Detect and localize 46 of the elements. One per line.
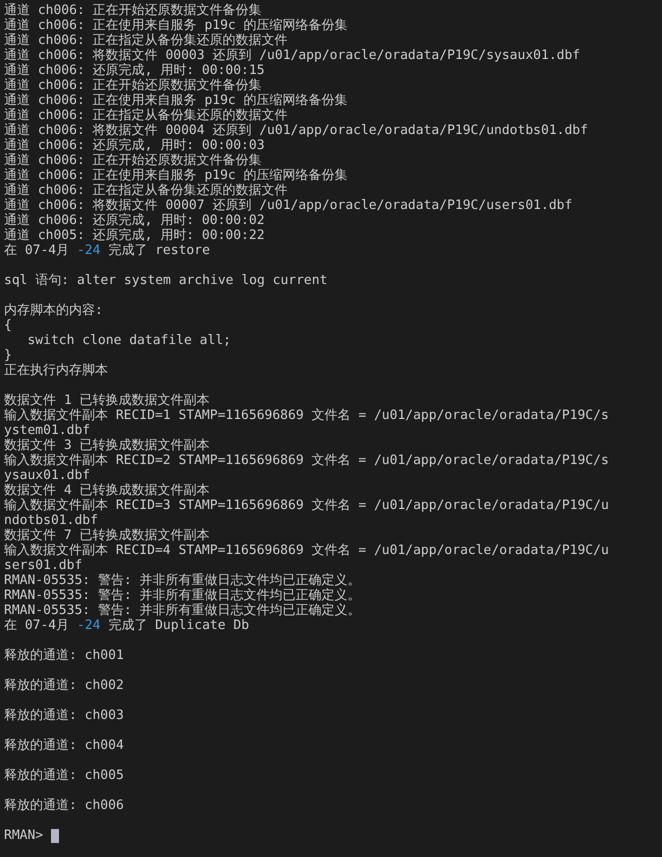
terminal-line: 正在执行内存脚本 [4, 363, 109, 378]
terminal-line: } [4, 348, 13, 363]
terminal-line: 数据文件 1 已转换成数据文件副本 [4, 393, 210, 408]
terminal-line: 输入数据文件副本 RECID=1 STAMP=1165696869 文件名 = /u01/app/oracle/oradata/P19C/s [4, 408, 610, 423]
terminal-line: { [4, 318, 13, 333]
terminal-line: RMAN-05535: 警告: 并非所有重做日志文件均已正确定义。 [4, 573, 362, 588]
terminal-line: 通道 ch006: 正在使用来自服务 p19c 的压缩网络备份集 [4, 93, 349, 108]
terminal-line: 内存脚本的内容: [4, 303, 104, 318]
terminal-line: ystem01.dbf [4, 423, 92, 438]
terminal-line: 数据文件 3 已转换成数据文件副本 [4, 438, 210, 453]
terminal-line: 通道 ch006: 还原完成, 用时: 00:00:02 [4, 213, 266, 228]
terminal-line: 在 07-4月 -24 完成了 Duplicate Db [4, 618, 250, 633]
terminal-line: 释放的通道: ch004 [4, 738, 125, 753]
terminal-line: 释放的通道: ch005 [4, 768, 125, 783]
terminal-line: 通道 ch006: 还原完成, 用时: 00:00:15 [4, 63, 266, 78]
terminal-line: 释放的通道: ch006 [4, 798, 125, 813]
terminal-line: 数据文件 4 已转换成数据文件副本 [4, 483, 210, 498]
command-prompt: RMAN> [4, 828, 44, 843]
terminal-line: 输入数据文件副本 RECID=4 STAMP=1165696869 文件名 = /u01/app/oracle/oradata/P19C/u [4, 543, 610, 558]
terminal-line: ndotbs01.dbf [4, 513, 99, 528]
terminal-line: 通道 ch006: 正在指定从备份集还原的数据文件 [4, 183, 289, 198]
terminal-line: switch clone datafile all; [26, 333, 232, 348]
terminal-line: 在 07-4月 -24 完成了 restore [4, 243, 211, 258]
terminal-line: 通道 ch006: 将数据文件 00004 还原到 /u01/app/oracle/oradata/P19C/undotbs01.dbf [4, 123, 589, 138]
terminal-line: 通道 ch006: 正在开始还原数据文件备份集 [4, 78, 263, 93]
terminal-line: 通道 ch006: 将数据文件 00007 还原到 /u01/app/oracle/oradata/P19C/users01.dbf [4, 198, 574, 213]
terminal-line: sers01.dbf [4, 558, 84, 573]
terminal-line: 通道 ch006: 正在使用来自服务 p19c 的压缩网络备份集 [4, 168, 349, 183]
terminal-line: 通道 ch006: 正在指定从备份集还原的数据文件 [4, 33, 289, 48]
terminal-line: 输入数据文件副本 RECID=3 STAMP=1165696869 文件名 = /u01/app/oracle/oradata/P19C/u [4, 498, 610, 513]
terminal-line: 通道 ch006: 正在开始还原数据文件备份集 [4, 153, 263, 168]
terminal-line: RMAN-05535: 警告: 并非所有重做日志文件均已正确定义。 [4, 588, 362, 603]
terminal-line: 通道 ch006: 正在使用来自服务 p19c 的压缩网络备份集 [4, 18, 349, 33]
terminal-line: 通道 ch006: 还原完成, 用时: 00:00:03 [4, 138, 266, 153]
terminal-line: 释放的通道: ch003 [4, 708, 125, 723]
terminal-line: 输入数据文件副本 RECID=2 STAMP=1165696869 文件名 = /u01/app/oracle/oradata/P19C/s [4, 453, 610, 468]
terminal-line: 释放的通道: ch002 [4, 678, 125, 693]
terminal-line: 释放的通道: ch001 [4, 648, 125, 663]
terminal-line: ysaux01.dbf [4, 468, 92, 483]
terminal-line: RMAN-05535: 警告: 并非所有重做日志文件均已正确定义。 [4, 603, 362, 618]
terminal-line: sql 语句: alter system archive log current [4, 273, 328, 288]
terminal-line: 通道 ch006: 正在开始还原数据文件备份集 [4, 3, 263, 18]
terminal-line: 通道 ch006: 正在指定从备份集还原的数据文件 [4, 108, 289, 123]
terminal-line: 通道 ch006: 将数据文件 00003 还原到 /u01/app/oracle/oradata/P19C/sysaux01.dbf [4, 48, 582, 63]
terminal-line: 数据文件 7 已转换成数据文件副本 [4, 528, 210, 543]
terminal-line: 通道 ch005: 还原完成, 用时: 00:00:22 [4, 228, 266, 243]
